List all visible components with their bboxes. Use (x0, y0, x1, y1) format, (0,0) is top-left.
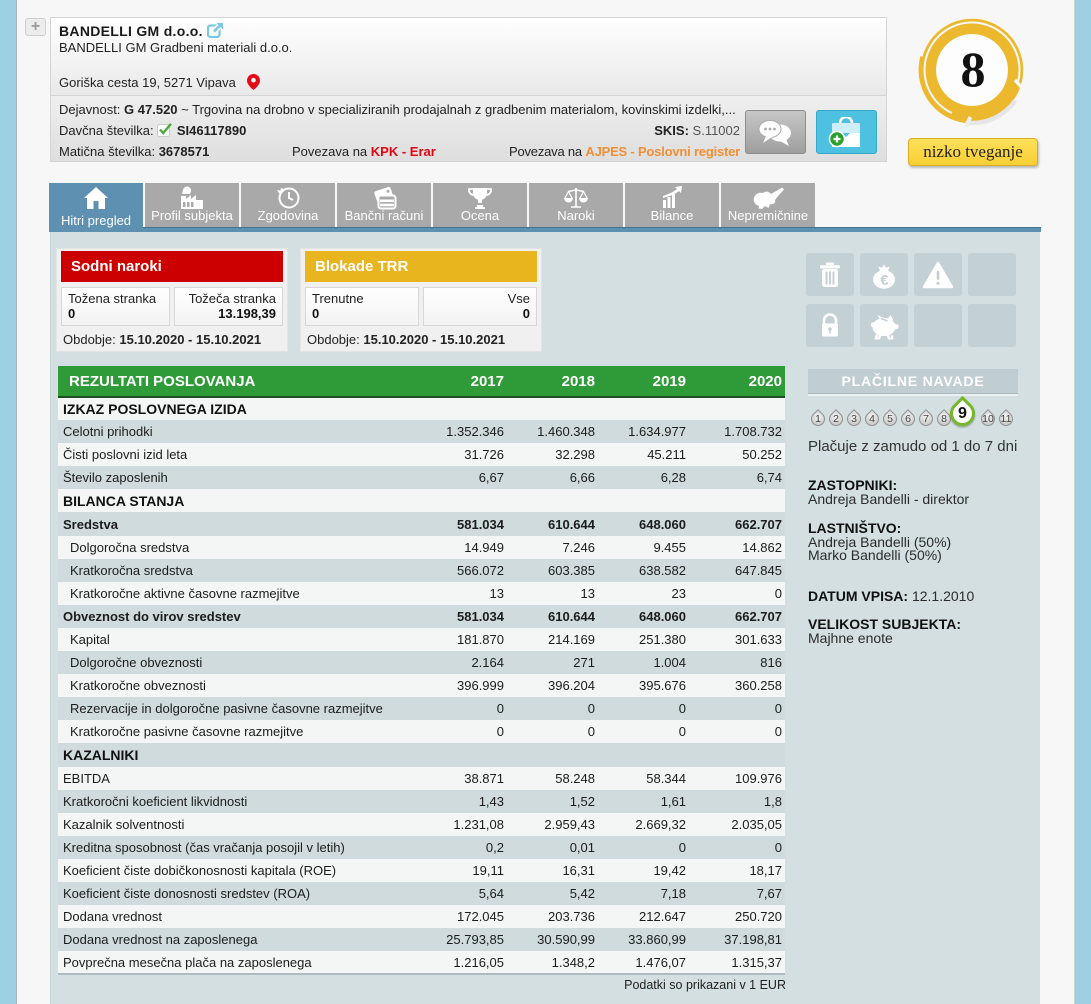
svg-text:€: € (880, 272, 889, 289)
